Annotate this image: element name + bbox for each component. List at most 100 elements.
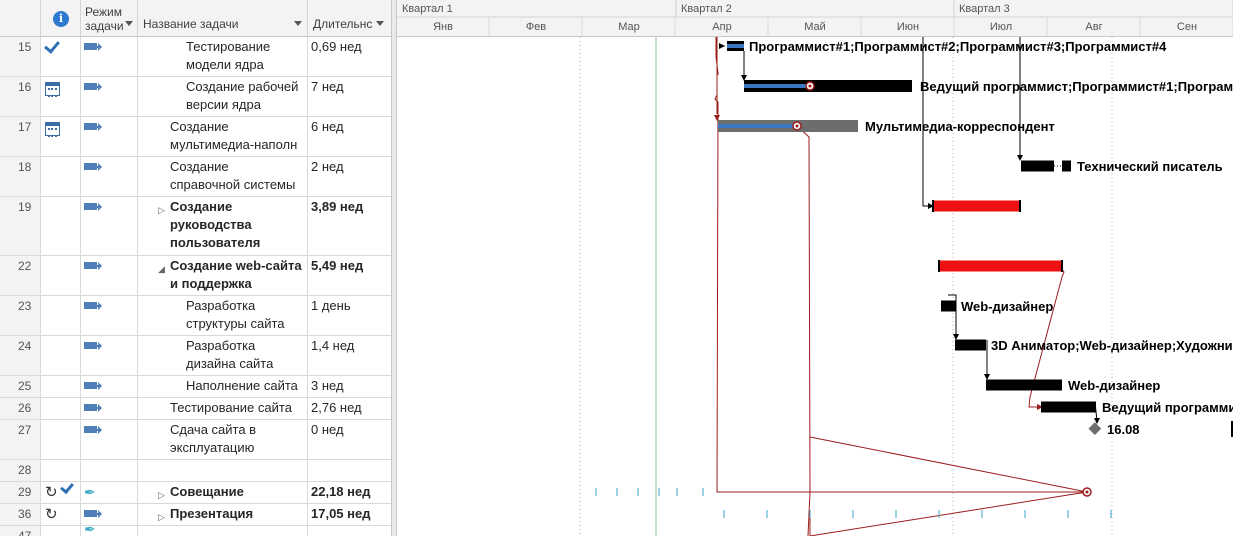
row-number[interactable]: 29 bbox=[0, 482, 41, 503]
duration-cell[interactable] bbox=[308, 526, 391, 536]
chevron-down-icon[interactable] bbox=[125, 21, 133, 26]
duration-cell[interactable]: 5,49 нед bbox=[308, 256, 391, 295]
row-number[interactable]: 22 bbox=[0, 256, 41, 295]
task-mode-cell[interactable] bbox=[81, 376, 138, 397]
summary-bar[interactable] bbox=[933, 200, 1020, 212]
duration-cell[interactable]: 22,18 нед bbox=[308, 482, 391, 503]
table-row[interactable]: 27 Сдача сайта в эксплуатацию 0 нед bbox=[0, 420, 391, 460]
duration-cell[interactable]: 1,4 нед bbox=[308, 336, 391, 375]
task-bar[interactable] bbox=[1021, 160, 1054, 172]
task-mode-cell[interactable] bbox=[81, 37, 138, 76]
table-row[interactable]: 22 ◢ Создание web-сайта и поддержка 5,49 нед bbox=[0, 256, 391, 296]
table-row[interactable]: 17 Создание мультимедиа-наполн 6 нед bbox=[0, 117, 391, 157]
gantt-bars-area[interactable]: Программист#1;Программист#2;Программист#… bbox=[397, 37, 1233, 536]
gantt-chart: Квартал 1 Квартал 2 Квартал 3 Янв Фев Мар Апр М… bbox=[397, 0, 1233, 536]
task-mode-cell[interactable]: ✒ bbox=[81, 482, 138, 503]
header-duration[interactable]: Длительнс bbox=[308, 0, 391, 37]
task-bar[interactable] bbox=[941, 300, 956, 312]
duration-cell[interactable]: 3 нед bbox=[308, 376, 391, 397]
milestone-diamond[interactable] bbox=[1088, 422, 1102, 436]
expand-icon[interactable]: ▷ bbox=[158, 486, 165, 503]
task-bar[interactable] bbox=[1041, 401, 1096, 413]
row-number[interactable]: 26 bbox=[0, 398, 41, 419]
row-number[interactable]: 19 bbox=[0, 197, 41, 255]
expand-icon[interactable]: ▷ bbox=[158, 508, 165, 525]
row-number[interactable]: 36 bbox=[0, 504, 41, 525]
table-row[interactable]: 24 Разработка дизайна сайта 1,4 нед bbox=[0, 336, 391, 376]
duration-cell[interactable]: 2 нед bbox=[308, 157, 391, 196]
task-mode-cell[interactable] bbox=[81, 460, 138, 481]
task-name-cell[interactable]: Тестирование модели ядра bbox=[138, 37, 308, 76]
task-mode-cell[interactable] bbox=[81, 256, 138, 295]
duration-cell[interactable]: 6 нед bbox=[308, 117, 391, 156]
task-name-cell[interactable]: Сдача сайта в эксплуатацию bbox=[138, 420, 308, 459]
row-number[interactable]: 47 bbox=[0, 526, 41, 536]
expand-icon[interactable]: ▷ bbox=[158, 201, 165, 219]
duration-cell[interactable]: 2,76 нед bbox=[308, 398, 391, 419]
summary-bar[interactable] bbox=[939, 260, 1062, 272]
header-task-name[interactable]: Название задачи bbox=[138, 0, 308, 37]
table-row[interactable]: 23 Разработка структуры сайта 1 день bbox=[0, 296, 391, 336]
row-number[interactable]: 28 bbox=[0, 460, 41, 481]
task-name-cell[interactable]: Тестирование сайта bbox=[138, 398, 308, 419]
task-name-cell[interactable]: Создание рабочей версии ядра bbox=[138, 77, 308, 116]
task-name-cell[interactable]: Наполнение сайта bbox=[138, 376, 308, 397]
task-mode-cell[interactable] bbox=[81, 420, 138, 459]
chevron-down-icon[interactable] bbox=[294, 21, 302, 26]
table-row[interactable]: 29 ↻ ✒ ▷ Совещание 22,18 нед bbox=[0, 482, 391, 504]
task-mode-cell[interactable] bbox=[81, 398, 138, 419]
task-name-cell[interactable]: Разработка структуры сайта bbox=[138, 296, 308, 335]
header-select-all[interactable] bbox=[0, 0, 41, 37]
indicator-cell bbox=[41, 420, 81, 459]
task-mode-cell[interactable] bbox=[81, 296, 138, 335]
collapse-icon[interactable]: ◢ bbox=[158, 260, 165, 278]
duration-cell[interactable]: 0,69 нед bbox=[308, 37, 391, 76]
duration-cell[interactable]: 3,89 нед bbox=[308, 197, 391, 255]
header-indicators[interactable]: i bbox=[41, 0, 81, 37]
row-number[interactable]: 16 bbox=[0, 77, 41, 116]
task-mode-cell[interactable]: ✒ bbox=[81, 526, 138, 536]
row-number[interactable]: 25 bbox=[0, 376, 41, 397]
chevron-down-icon[interactable] bbox=[376, 21, 384, 26]
row-number[interactable]: 27 bbox=[0, 420, 41, 459]
task-name-cell[interactable]: Создание справочной системы bbox=[138, 157, 308, 196]
task-mode-cell[interactable] bbox=[81, 117, 138, 156]
task-name-cell[interactable] bbox=[138, 526, 308, 536]
table-row[interactable]: 18 Создание справочной системы 2 нед bbox=[0, 157, 391, 197]
task-name-cell[interactable]: ▷ Презентация bbox=[138, 504, 308, 525]
task-bar[interactable] bbox=[986, 379, 1062, 391]
task-mode-cell[interactable] bbox=[81, 77, 138, 116]
task-mode-cell[interactable] bbox=[81, 197, 138, 255]
task-bar[interactable] bbox=[955, 339, 986, 351]
table-row[interactable]: 36 ↻ ▷ Презентация 17,05 нед bbox=[0, 504, 391, 526]
duration-cell[interactable]: 0 нед bbox=[308, 420, 391, 459]
task-bar[interactable] bbox=[1062, 160, 1071, 172]
duration-cell[interactable]: 7 нед bbox=[308, 77, 391, 116]
task-name-cell[interactable]: ◢ Создание web-сайта и поддержка bbox=[138, 256, 308, 295]
row-number[interactable]: 18 bbox=[0, 157, 41, 196]
duration-cell[interactable]: 1 день bbox=[308, 296, 391, 335]
duration-cell[interactable] bbox=[308, 460, 391, 481]
table-row[interactable]: 25 Наполнение сайта 3 нед bbox=[0, 376, 391, 398]
table-row[interactable]: 26 Тестирование сайта 2,76 нед bbox=[0, 398, 391, 420]
task-name-cell[interactable]: Создание мультимедиа-наполн bbox=[138, 117, 308, 156]
row-number[interactable]: 17 bbox=[0, 117, 41, 156]
header-task-mode[interactable]: Режим задачи bbox=[81, 0, 138, 37]
table-row[interactable]: 19 ▷ Создание руководства пользователя 3,89 н… bbox=[0, 197, 391, 256]
duration-cell[interactable]: 17,05 нед bbox=[308, 504, 391, 525]
table-row[interactable]: 28 bbox=[0, 460, 391, 482]
task-name-cell[interactable] bbox=[138, 460, 308, 481]
task-name-cell[interactable]: ▷ Создание руководства пользователя bbox=[138, 197, 308, 255]
row-number[interactable]: 23 bbox=[0, 296, 41, 335]
task-name-cell[interactable]: ▷ Совещание bbox=[138, 482, 308, 503]
auto-schedule-icon bbox=[84, 202, 102, 214]
table-row[interactable]: 47 ✒ bbox=[0, 526, 391, 536]
task-mode-cell[interactable] bbox=[81, 157, 138, 196]
task-mode-cell[interactable] bbox=[81, 504, 138, 525]
task-mode-cell[interactable] bbox=[81, 336, 138, 375]
row-number[interactable]: 15 bbox=[0, 37, 41, 76]
table-row[interactable]: 16 Создание рабочей версии ядра 7 нед bbox=[0, 77, 391, 117]
row-number[interactable]: 24 bbox=[0, 336, 41, 375]
table-row[interactable]: 15 Тестирование модели ядра 0,69 нед bbox=[0, 37, 391, 77]
task-name-cell[interactable]: Разработка дизайна сайта bbox=[138, 336, 308, 375]
